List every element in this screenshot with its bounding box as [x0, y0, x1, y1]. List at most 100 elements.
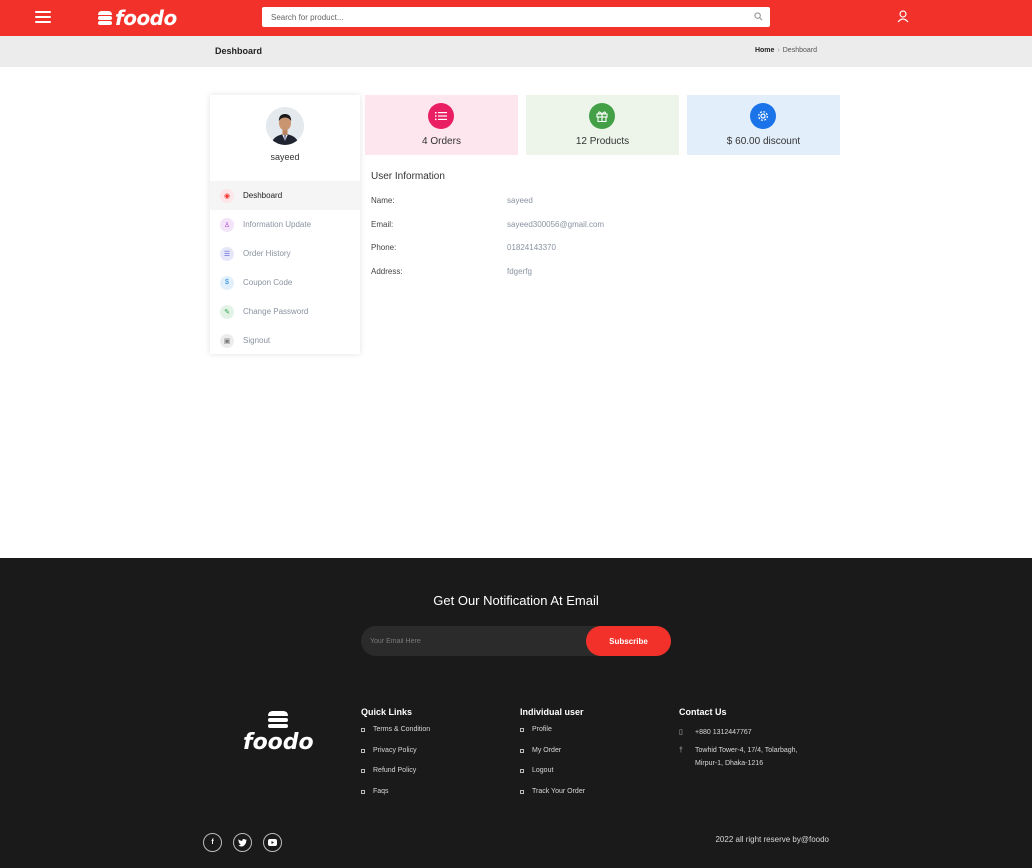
- sidebar-item-label: Order History: [243, 249, 291, 258]
- footer-link-label: Track Your Order: [532, 787, 586, 795]
- footer-link-label: Logout: [532, 767, 554, 774]
- footer-link-terms[interactable]: Terms & Condition: [361, 726, 430, 747]
- user-icon: ♙: [220, 217, 234, 232]
- dashboard-icon: ◉: [220, 188, 234, 203]
- gift-icon: [589, 103, 615, 129]
- orders-stat-card[interactable]: 4 Orders: [365, 95, 518, 155]
- burger-logo-icon: [98, 10, 112, 26]
- footer-link-label: Privacy Policy: [373, 746, 417, 754]
- footer-link-logout[interactable]: Logout: [520, 767, 585, 788]
- products-stat-card[interactable]: 12 Products: [526, 95, 679, 155]
- burger-logo-icon: [268, 711, 288, 728]
- sidebar-item-coupon-code[interactable]: $ Coupon Code: [210, 268, 360, 297]
- sidebar-item-label: Coupon Code: [243, 278, 293, 287]
- newsletter-form: Subscribe: [361, 626, 671, 656]
- contact-address: † Towhid Tower-4, 17/4, Tolarbagh, Mirpur-…: [679, 744, 797, 770]
- orders-stat-label: 4 Orders: [422, 136, 461, 147]
- social-links: f: [203, 833, 293, 852]
- footer-link-profile[interactable]: Profile: [520, 726, 585, 747]
- youtube-icon[interactable]: [263, 833, 282, 852]
- brand-name: foodo: [115, 6, 177, 30]
- info-key: Address:: [371, 267, 403, 276]
- sidebar-item-information-update[interactable]: ♙ Information Update: [210, 210, 360, 239]
- square-bullet-icon: [520, 748, 524, 753]
- hamburger-menu-icon[interactable]: [35, 11, 51, 23]
- sidebar-item-signout[interactable]: ▣ Signout: [210, 326, 360, 355]
- footer-brand-name: foodo: [243, 730, 314, 755]
- user-account-icon[interactable]: [897, 10, 909, 23]
- discount-stat-card[interactable]: $ 60.00 discount: [687, 95, 840, 155]
- subscribe-button[interactable]: Subscribe: [586, 626, 671, 656]
- footer-link-faqs[interactable]: Faqs: [361, 788, 430, 809]
- footer-link-my-order[interactable]: My Order: [520, 747, 585, 768]
- square-bullet-icon: [520, 789, 524, 794]
- square-bullet-icon: [520, 769, 524, 773]
- sidebar-item-change-password[interactable]: ✎ Change Password: [210, 297, 360, 326]
- page-title: Deshboard: [215, 46, 263, 56]
- info-key: Name:: [371, 196, 395, 205]
- search-icon[interactable]: [754, 12, 763, 21]
- info-key: Phone:: [371, 243, 397, 252]
- footer-link-label: Profile: [532, 726, 552, 733]
- sidebar-item-label: Information Update: [243, 220, 312, 229]
- breadcrumb-home-link[interactable]: Home: [755, 47, 774, 54]
- top-navbar: foodo: [0, 0, 1032, 36]
- products-stat-label: 12 Products: [575, 136, 630, 147]
- square-bullet-icon: [361, 789, 365, 794]
- copyright-text: 2022 all right reserve by@foodo: [715, 835, 829, 844]
- info-value: fdgerfg: [507, 267, 532, 276]
- info-value: sayeed: [507, 196, 533, 205]
- square-bullet-icon: [520, 728, 524, 732]
- quick-links-title: Quick Links: [361, 707, 413, 717]
- contact-title: Contact Us: [679, 707, 727, 717]
- footer-link-label: Terms & Condition: [373, 726, 431, 733]
- search-input[interactable]: [262, 7, 742, 28]
- square-bullet-icon: [361, 748, 365, 753]
- square-bullet-icon: [361, 769, 365, 773]
- quick-links-column: Quick Links Terms & Condition Privacy Po…: [361, 707, 430, 808]
- breadcrumb-bar: Deshboard Home › Deshboard: [0, 36, 1032, 67]
- facebook-icon[interactable]: f: [203, 833, 222, 852]
- info-value: sayeed300056@gmail.com: [507, 220, 605, 229]
- site-footer: Get Our Notification At Email Subscribe …: [0, 558, 1032, 868]
- breadcrumb-current: Deshboard: [782, 47, 817, 54]
- newsletter-title: Get Our Notification At Email: [433, 593, 599, 608]
- info-key: Email:: [371, 220, 394, 229]
- coupon-icon: $: [220, 275, 234, 290]
- address-line-2: Mirpur-1, Dhaka-1216: [695, 760, 764, 767]
- lock-icon: ▣: [220, 333, 234, 348]
- contact-phone-text: +880 1312447767: [695, 729, 752, 736]
- contact-column: Contact Us ▯ +880 1312447767 † Towhid Towe…: [679, 707, 797, 775]
- newsletter-email-input[interactable]: [361, 626, 586, 656]
- location-pin-icon: †: [679, 747, 683, 754]
- list-icon: ☰: [220, 246, 234, 261]
- footer-link-privacy[interactable]: Privacy Policy: [361, 747, 430, 768]
- individual-user-title: Individual user: [520, 707, 584, 717]
- footer-link-label: Faqs: [373, 787, 389, 795]
- brand-logo[interactable]: foodo: [98, 6, 177, 30]
- footer-link-label: Refund Policy: [373, 767, 417, 774]
- sidebar-item-label: Deshboard: [243, 191, 283, 200]
- address-line-1: Towhid Tower-4, 17/4, Tolarbagh,: [695, 747, 798, 754]
- twitter-icon[interactable]: [233, 833, 252, 852]
- sidebar-item-label: Change Password: [243, 307, 309, 316]
- square-bullet-icon: [361, 728, 365, 732]
- avatar: [266, 107, 304, 145]
- gear-icon: [750, 103, 776, 129]
- footer-logo[interactable]: foodo: [243, 711, 314, 755]
- user-information-title: User Information: [371, 171, 445, 182]
- footer-link-track-order[interactable]: Track Your Order: [520, 788, 585, 809]
- profile-menu: ◉ Deshboard ♙ Information Update ☰ Order…: [210, 181, 360, 355]
- sidebar-item-dashboard[interactable]: ◉ Deshboard: [210, 181, 360, 210]
- chevron-right-icon: ›: [777, 47, 780, 54]
- search-bar: [262, 7, 770, 28]
- edit-icon: ✎: [220, 304, 234, 319]
- individual-user-column: Individual user Profile My Order Logout …: [520, 707, 585, 808]
- profile-username: sayeed: [270, 152, 300, 162]
- sidebar-item-label: Signout: [243, 336, 271, 345]
- phone-icon: ▯: [679, 729, 683, 736]
- sidebar-item-order-history[interactable]: ☰ Order History: [210, 239, 360, 268]
- list-icon: [428, 103, 454, 129]
- contact-phone: ▯ +880 1312447767: [679, 726, 797, 739]
- footer-link-refund[interactable]: Refund Policy: [361, 767, 430, 788]
